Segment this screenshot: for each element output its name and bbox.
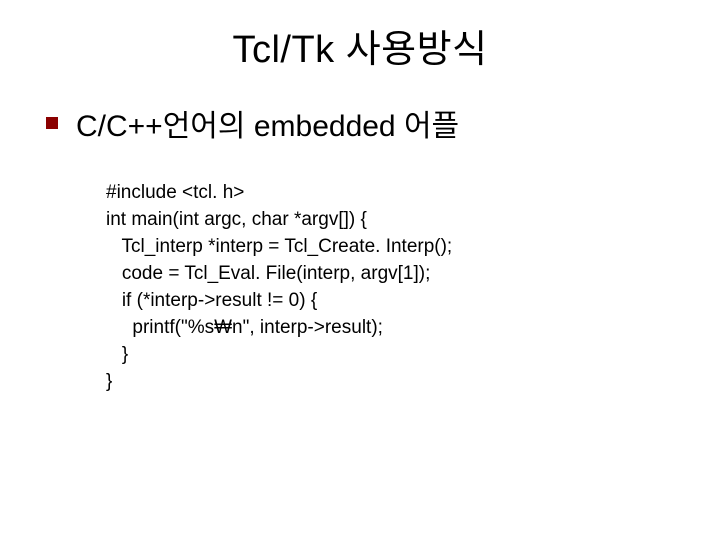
slide-title: Tcl/Tk 사용방식	[0, 18, 720, 73]
square-bullet-icon	[46, 117, 58, 129]
code-line: int main(int argc, char *argv[]) {	[106, 209, 367, 230]
code-block: #include <tcl. h> int main(int argc, cha…	[106, 153, 720, 423]
code-line: Tcl_interp *interp = Tcl_Create. Interp(…	[106, 236, 452, 257]
slide: Tcl/Tk 사용방식 C/C++언어의 embedded 어플 #includ…	[0, 0, 720, 540]
bullet-text: C/C++언어의 embedded 어플	[76, 101, 459, 145]
code-line: }	[106, 344, 128, 365]
code-line: }	[106, 371, 112, 392]
code-line: code = Tcl_Eval. File(interp, argv[1]);	[106, 263, 430, 284]
code-line: printf("%s₩n", interp->result);	[106, 317, 383, 338]
code-line: if (*interp->result != 0) {	[106, 290, 317, 311]
code-line: #include <tcl. h>	[106, 182, 244, 203]
bullet-item: C/C++언어의 embedded 어플	[46, 101, 720, 145]
